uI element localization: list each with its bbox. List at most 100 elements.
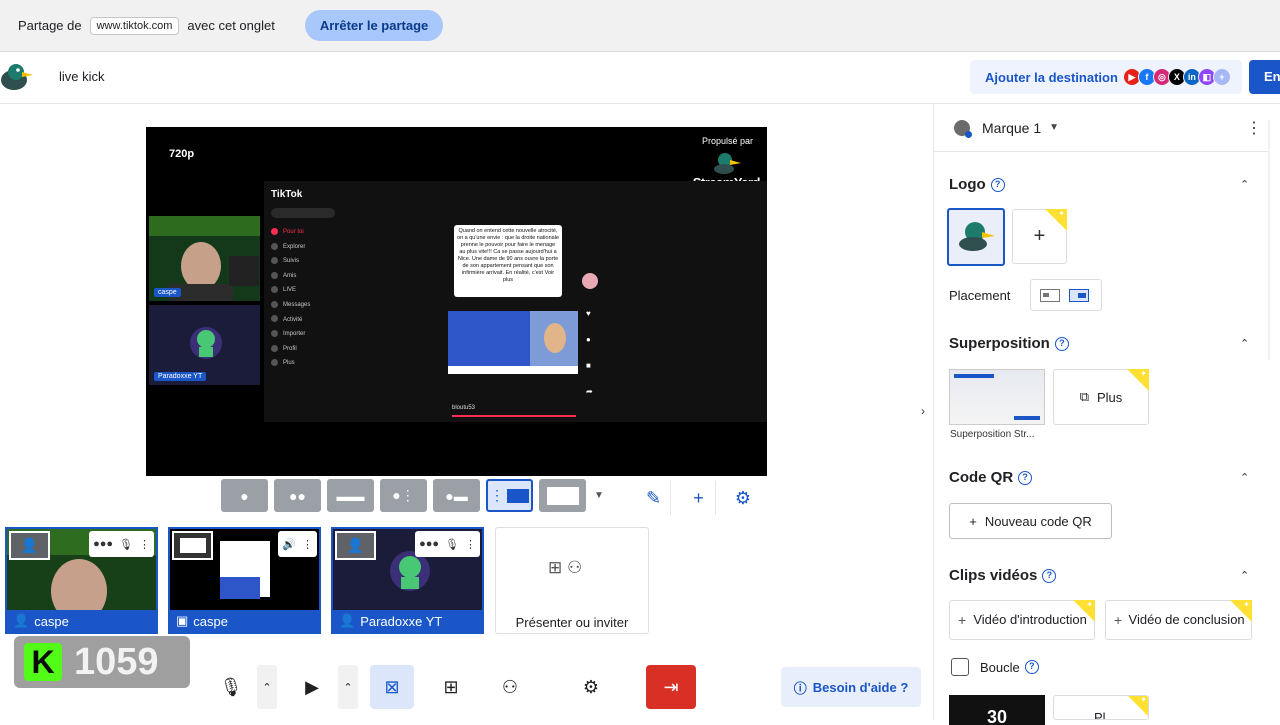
help-question-icon[interactable]: ? xyxy=(1018,471,1033,486)
mic-options-chevron-icon[interactable]: ⌃ xyxy=(257,665,277,709)
stage-camera-caspe[interactable]: caspe xyxy=(149,216,260,301)
help-button[interactable]: ⓘ Besoin d'aide ? xyxy=(781,667,921,707)
tiktok-progress xyxy=(452,415,576,417)
shared-site-chip: www.tiktok.com xyxy=(89,16,180,35)
palette-icon xyxy=(954,119,972,138)
help-question-icon[interactable]: ? xyxy=(1054,337,1069,352)
more-dots-icon[interactable]: ●●● xyxy=(93,538,113,550)
tiktok-nav-item: Explorer xyxy=(271,240,310,255)
collapse-panel-chevron-icon[interactable]: › xyxy=(921,404,925,418)
layout-group-button[interactable]: ▬▬ xyxy=(327,479,374,512)
help-question-icon[interactable]: ? xyxy=(990,178,1005,193)
camera-name-tag: caspe xyxy=(154,288,181,297)
more-layouts-chevron-icon[interactable]: ▼ xyxy=(592,479,606,512)
broadcast-title[interactable]: live kick xyxy=(59,69,105,84)
leave-studio-button[interactable]: ⇥ xyxy=(646,665,696,709)
source-thumb-caspe-camera[interactable]: 👤 ●●● 🎙 ⋮ 👤 caspe xyxy=(5,527,158,634)
layout-screen-button[interactable]: ●▬ xyxy=(433,479,480,512)
mic-icon[interactable]: 🎙 xyxy=(445,538,459,551)
tiktok-nav-item: Profil xyxy=(271,342,310,357)
source-thumb-paradoxxe[interactable]: 👤 ●●● 🎙 ⋮ 👤 Paradoxxe YT xyxy=(331,527,484,634)
person-icon: 👤 xyxy=(335,531,376,560)
stop-screen-share-button[interactable]: ⊠ xyxy=(370,665,414,709)
source-controls[interactable]: ●●● 🎙 ⋮ xyxy=(415,531,480,557)
overlay-thumbnail[interactable] xyxy=(949,369,1045,425)
section-collapse-chevron-icon[interactable]: ⌃ xyxy=(1240,569,1249,582)
layout-solo-button[interactable]: ● xyxy=(221,479,268,512)
layout-toolbar: ● ●● ▬▬ ●⋮ ●▬ ⋮ ▼ xyxy=(221,479,606,515)
broadcast-stage[interactable]: 720p Propulsé par StreamYard caspe Parad… xyxy=(146,127,767,476)
brand-selector[interactable]: Marque 1 ▼ ⋮ xyxy=(934,104,1268,152)
mic-icon[interactable]: 🎙 xyxy=(119,538,133,551)
tab-sharing-bar: Partage de www.tiktok.com avec cet ongle… xyxy=(0,0,1280,52)
shared-screen-tiktok: TikTok Pour toi Explorer Suivis Amis LIV… xyxy=(264,181,767,422)
invite-guest-button[interactable]: ⚇ xyxy=(488,665,532,709)
source-name-label: 👤 caspe xyxy=(7,610,156,632)
present-button[interactable]: ⊞ xyxy=(429,665,473,709)
help-question-icon: ⓘ xyxy=(793,680,807,696)
kebab-menu-icon[interactable]: ⋮ xyxy=(302,538,313,551)
add-destination-plus-icon: + xyxy=(1212,68,1231,86)
more-dots-icon[interactable]: ●●● xyxy=(419,538,439,550)
speaker-icon[interactable]: 🔊 xyxy=(282,538,296,551)
add-destination-label: Ajouter la destination xyxy=(985,69,1118,85)
help-question-icon[interactable]: ? xyxy=(1042,569,1057,584)
new-qr-code-button[interactable]: + Nouveau code QR xyxy=(949,503,1112,539)
present-or-invite-label: Présenter ou inviter xyxy=(515,615,629,630)
tiktok-video-caption: Quand on entend cette nouvelle atrocité,… xyxy=(454,225,562,297)
premium-badge-icon xyxy=(1073,600,1095,622)
loop-checkbox-row[interactable]: Boucle ? xyxy=(951,658,1039,676)
stage-camera-paradoxxe[interactable]: Paradoxxe YT xyxy=(149,305,260,385)
source-controls[interactable]: ●●● 🎙 ⋮ xyxy=(89,531,154,557)
resolution-label: 720p xyxy=(169,148,195,160)
camera-button[interactable]: ▶ xyxy=(290,665,334,709)
add-plus-icon[interactable]: + xyxy=(682,481,716,515)
source-name-label: ▣ caspe xyxy=(170,610,319,632)
sharing-prefix-text: Partage de xyxy=(18,18,82,33)
section-collapse-chevron-icon[interactable]: ⌃ xyxy=(1240,471,1249,484)
camera-options-chevron-icon[interactable]: ⌃ xyxy=(338,665,358,709)
kebab-menu-icon[interactable]: ⋮ xyxy=(139,538,150,551)
logo-option-selected[interactable] xyxy=(947,208,1005,266)
source-thumb-caspe-screen[interactable]: 🔊 ⋮ ▣ caspe xyxy=(168,527,321,634)
microphone-button[interactable]: 🎙 xyxy=(209,665,253,709)
screen-small-icon: ▣ xyxy=(176,613,189,628)
premium-badge-icon xyxy=(1045,209,1067,231)
streamyard-logo[interactable] xyxy=(0,60,34,94)
countdown-clip-thumbnail[interactable]: 30 xyxy=(949,695,1045,725)
section-collapse-chevron-icon[interactable]: ⌃ xyxy=(1240,337,1249,350)
placement-left-icon[interactable] xyxy=(1040,288,1060,302)
layout-news-button[interactable]: ●⋮ xyxy=(380,479,427,512)
layout-full-screen-button[interactable] xyxy=(539,479,586,512)
plus-icon: + xyxy=(1114,612,1123,628)
stop-sharing-button[interactable]: Arrêter le partage xyxy=(304,10,444,41)
layout-cropped-button[interactable]: ●● xyxy=(274,479,321,512)
tiktok-nav-item: LIVE xyxy=(271,283,310,298)
go-live-button[interactable]: En xyxy=(1249,60,1280,94)
add-destination-button[interactable]: Ajouter la destination ▶ f ◎ X in ◧ + xyxy=(970,60,1242,94)
more-clips-button[interactable]: Pl xyxy=(1053,695,1149,720)
loop-checkbox[interactable] xyxy=(951,658,969,676)
premium-badge-icon xyxy=(1127,369,1149,391)
present-or-invite-card[interactable]: ⊞ ⚇ Présenter ou inviter xyxy=(495,527,649,634)
section-collapse-chevron-icon[interactable]: ⌃ xyxy=(1240,178,1249,191)
intro-video-button[interactable]: + Vidéo d'introduction xyxy=(949,600,1095,640)
kebab-menu-icon[interactable]: ⋮ xyxy=(465,538,476,551)
tiktok-nav-item: Pour toi xyxy=(271,225,310,240)
placement-right-icon[interactable] xyxy=(1069,288,1089,302)
source-controls[interactable]: 🔊 ⋮ xyxy=(278,531,317,557)
settings-gear-icon[interactable]: ⚙ xyxy=(569,665,613,709)
more-overlays-button[interactable]: ⧉ Plus xyxy=(1053,369,1149,425)
scrollbar-track[interactable] xyxy=(1268,120,1270,360)
placement-label: Placement xyxy=(949,288,1011,303)
kebab-menu-icon[interactable]: ⋮ xyxy=(1246,118,1262,138)
stage-settings-gear-icon[interactable]: ⚙ xyxy=(726,481,760,515)
present-invite-icons: ⊞ ⚇ xyxy=(548,558,583,577)
layout-pip-button[interactable]: ⋮ xyxy=(486,479,533,512)
outro-video-button[interactable]: + Vidéo de conclusion xyxy=(1105,600,1252,640)
overlay-caption: Superposition Str... xyxy=(950,429,1035,440)
add-logo-button[interactable]: + xyxy=(1012,209,1067,264)
help-question-icon[interactable]: ? xyxy=(1024,660,1039,674)
edit-pencil-icon[interactable]: ✎ xyxy=(637,481,671,515)
powered-by-text: Propulsé par xyxy=(701,136,753,146)
